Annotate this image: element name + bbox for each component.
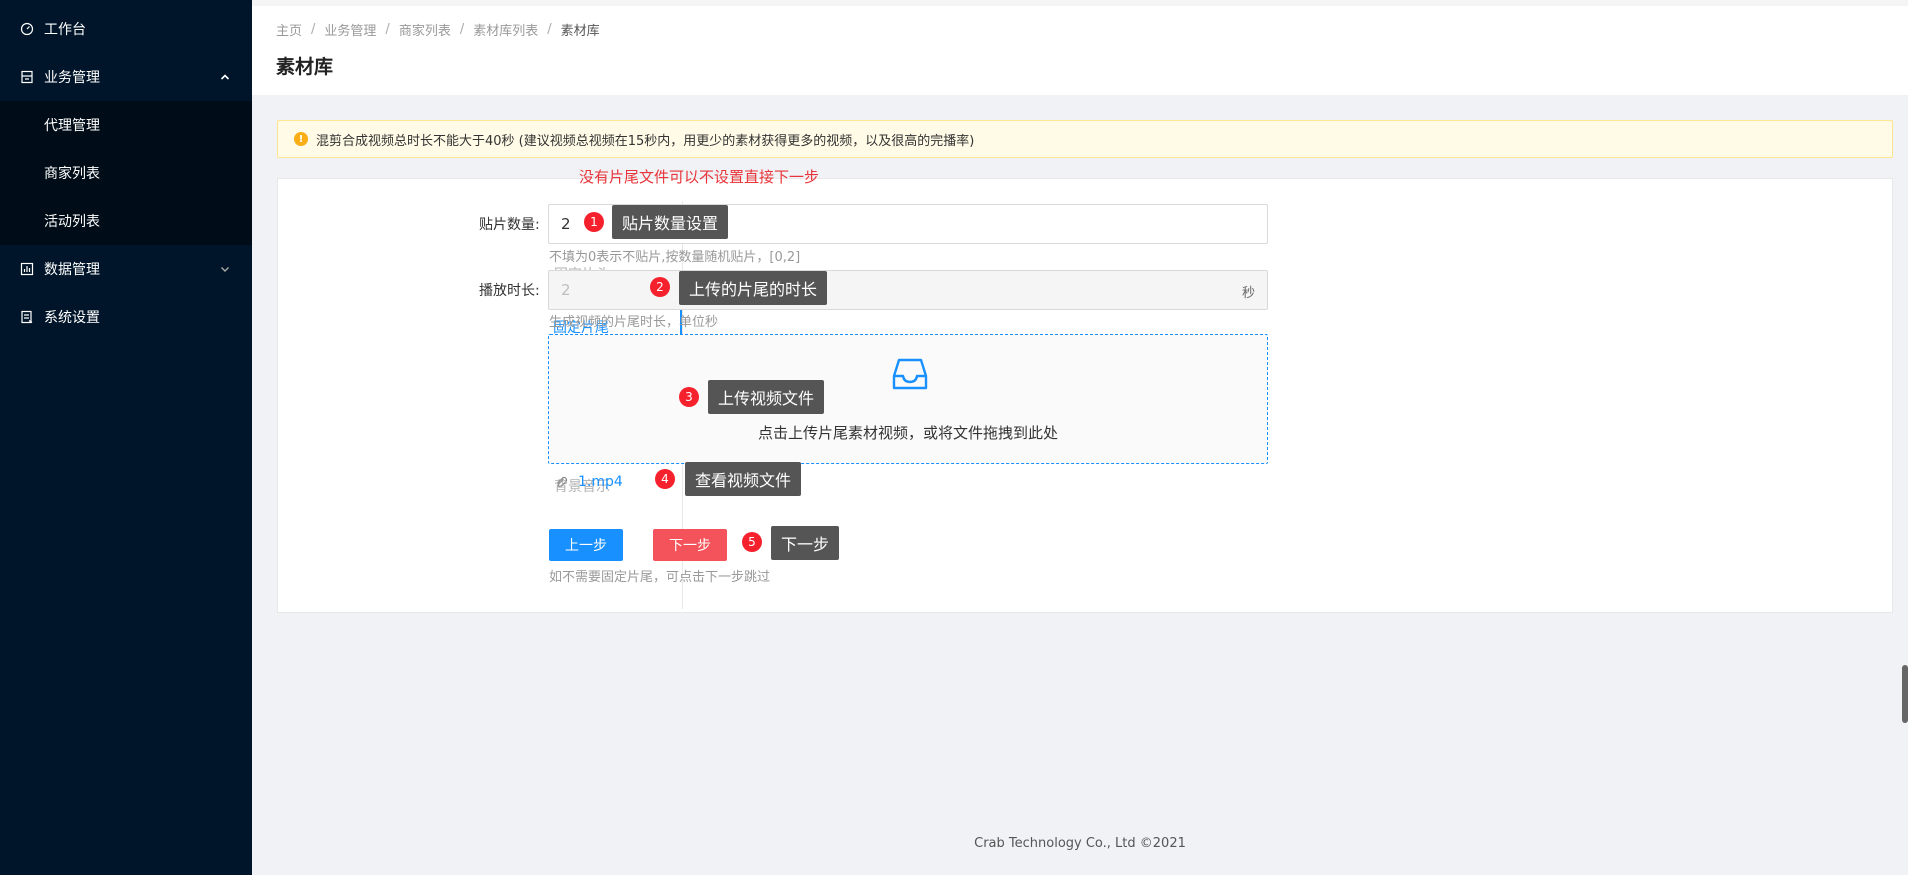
- menu-item-label: 业务管理: [44, 70, 100, 86]
- menu-item-label: 工作台: [44, 22, 86, 38]
- annotation-badge: 4: [655, 469, 675, 489]
- sidebar-item-activities[interactable]: 活动列表: [0, 197, 252, 245]
- count-hint: 不填为0表示不贴片,按数量随机贴片，[0,2]: [549, 250, 801, 265]
- annotation-tooltip: 贴片数量设置: [612, 205, 729, 239]
- annotation-tooltip: 查看视频文件: [685, 462, 802, 496]
- menu-item-settings[interactable]: 系统设置: [0, 293, 252, 341]
- uploaded-file[interactable]: 1.mp4: [552, 474, 623, 490]
- upload-text: 点击上传片尾素材视频，或将文件拖拽到此处: [757, 424, 1058, 442]
- scrollbar-thumb[interactable]: [1902, 665, 1908, 723]
- sub-item-label: 活动列表: [44, 214, 100, 230]
- duration-value: 2: [561, 281, 571, 299]
- warning-icon: !: [294, 132, 308, 146]
- annotation-badge: 5: [742, 532, 762, 552]
- breadcrumb-separator: /: [311, 22, 316, 37]
- annotation-note: 没有片尾文件可以不设置直接下一步: [579, 168, 820, 186]
- sidebar: 工作台 业务管理 代理管理 商家列表 活动列表 数据管理 系统设置: [0, 0, 252, 875]
- count-value: 2: [561, 215, 571, 233]
- breadcrumb-separator: /: [547, 22, 552, 37]
- breadcrumb-item[interactable]: 业务管理: [324, 20, 376, 39]
- breadcrumb-current: 素材库: [560, 24, 600, 39]
- menu-item-label: 数据管理: [44, 262, 100, 278]
- count-label: 贴片数量:: [479, 217, 540, 233]
- breadcrumb-item[interactable]: 主页: [276, 20, 302, 39]
- duration-label: 播放时长:: [479, 283, 540, 299]
- menu-item-data[interactable]: 数据管理: [0, 245, 252, 293]
- breadcrumb-separator: /: [385, 22, 390, 37]
- data-icon: [20, 262, 34, 276]
- dashboard-icon: [20, 22, 34, 36]
- annotation-badge: 1: [584, 212, 604, 232]
- sub-item-label: 商家列表: [44, 166, 100, 182]
- upload-dropzone[interactable]: 点击上传片尾素材视频，或将文件拖拽到此处: [548, 334, 1268, 464]
- menu-item-business[interactable]: 业务管理: [0, 53, 252, 101]
- paperclip-icon: [556, 476, 568, 488]
- breadcrumb-item[interactable]: 素材库列表: [473, 20, 538, 39]
- annotation-tooltip: 上传视频文件: [708, 380, 825, 414]
- inbox-icon: [892, 358, 928, 390]
- business-icon: [20, 70, 34, 84]
- sidebar-item-merchants[interactable]: 商家列表: [0, 149, 252, 197]
- chevron-up-icon: [220, 74, 230, 80]
- skip-hint: 如不需要固定片尾，可点击下一步跳过: [549, 570, 771, 585]
- breadcrumb-separator: /: [459, 22, 465, 37]
- warning-alert: ! 混剪合成视频总时长不能大于40秒 (建议视频总视频在15秒内，用更少的素材获…: [277, 120, 1893, 158]
- annotation-badge: 3: [679, 387, 699, 407]
- file-name[interactable]: 1.mp4: [578, 474, 623, 490]
- page-header: 主页 / 业务管理 / 商家列表 / 素材库列表 / 素材库 素材库: [252, 0, 1908, 95]
- duration-suffix: 秒: [1241, 286, 1255, 301]
- settings-icon: [20, 310, 34, 324]
- sub-item-label: 代理管理: [44, 118, 100, 134]
- breadcrumb-item[interactable]: 商家列表: [399, 20, 451, 39]
- breadcrumb: 主页 / 业务管理 / 商家列表 / 素材库列表 / 素材库: [276, 20, 600, 39]
- page-title: 素材库: [276, 56, 334, 78]
- footer: Crab Technology Co., Ltd ©2021: [974, 836, 1186, 851]
- duration-hint: 生成视频的片尾时长，单位秒: [549, 315, 719, 330]
- annotation-badge: 2: [650, 277, 670, 297]
- annotation-tooltip: 上传的片尾的时长: [679, 271, 828, 305]
- next-step-button[interactable]: 下一步: [653, 529, 727, 561]
- business-submenu: 代理管理 商家列表 活动列表: [0, 101, 252, 245]
- annotation-tooltip: 下一步: [771, 526, 840, 560]
- menu-item-label: 系统设置: [44, 310, 100, 326]
- alert-text: 混剪合成视频总时长不能大于40秒 (建议视频总视频在15秒内，用更少的素材获得更…: [316, 133, 975, 149]
- chevron-down-icon: [221, 267, 229, 272]
- menu-item-workbench[interactable]: 工作台: [0, 5, 252, 53]
- prev-step-button[interactable]: 上一步: [549, 529, 623, 561]
- sidebar-item-agents[interactable]: 代理管理: [0, 101, 252, 149]
